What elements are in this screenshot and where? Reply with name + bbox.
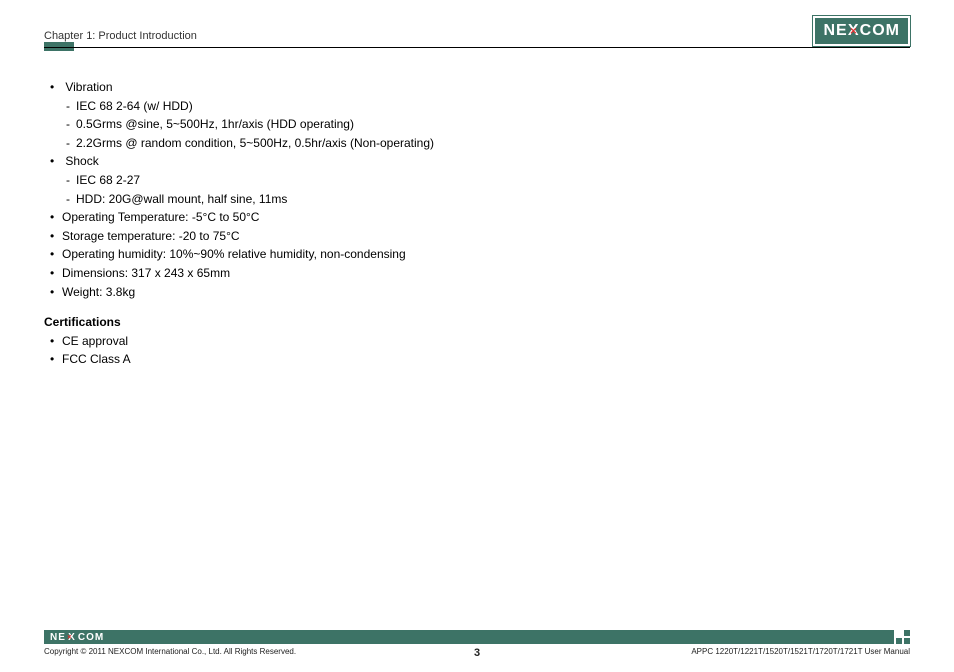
shock-sublist: IEC 68 2-27 HDD: 20G@wall mount, half si… — [62, 171, 910, 208]
logo-right: COM — [78, 632, 104, 643]
spec-dimensions: Dimensions: 317 x 243 x 65mm — [62, 264, 910, 283]
footer-corner-icon — [896, 630, 910, 644]
spec-subitem: 0.5Grms @sine, 5~500Hz, 1hr/axis (HDD op… — [76, 115, 910, 134]
page-header: Chapter 1: Product Introduction NECOM — [44, 16, 910, 46]
spec-subitem: IEC 68 2-64 (w/ HDD) — [76, 97, 910, 116]
specs-list: Vibration IEC 68 2-64 (w/ HDD) 0.5Grms @… — [44, 78, 910, 301]
page-footer: NE COM Copyright © 2011 NEXCOM Internatio… — [44, 630, 910, 656]
spec-storage-temp: Storage temperature: -20 to 75°C — [62, 227, 910, 246]
spec-label: Shock — [65, 154, 98, 168]
footer-page-number: 3 — [474, 647, 480, 659]
logo-left: NE — [50, 632, 66, 643]
logo-x-icon — [66, 632, 78, 643]
spec-humidity: Operating humidity: 10%~90% relative hum… — [62, 245, 910, 264]
cert-item: FCC Class A — [62, 350, 910, 369]
footer-copyright: Copyright © 2011 NEXCOM International Co… — [44, 647, 296, 656]
header-line — [44, 47, 910, 48]
brand-logo-top: NE COM — [813, 16, 910, 46]
page-content: Vibration IEC 68 2-64 (w/ HDD) 0.5Grms @… — [44, 78, 910, 369]
logo-x-icon — [848, 22, 860, 40]
spec-subitem: 2.2Grms @ random condition, 5~500Hz, 0.5… — [76, 134, 910, 153]
certifications-list: CE approval FCC Class A — [44, 332, 910, 369]
cert-item: CE approval — [62, 332, 910, 351]
spec-weight: Weight: 3.8kg — [62, 283, 910, 302]
spec-shock: Shock IEC 68 2-27 HDD: 20G@wall mount, h… — [62, 152, 910, 208]
spec-vibration: Vibration IEC 68 2-64 (w/ HDD) 0.5Grms @… — [62, 78, 910, 152]
logo-right: COM — [860, 22, 900, 40]
certifications-heading: Certifications — [44, 313, 910, 332]
spec-subitem: HDD: 20G@wall mount, half sine, 11ms — [76, 190, 910, 209]
spec-label: Vibration — [65, 80, 112, 94]
footer-bar: NE COM — [44, 630, 910, 644]
footer-text-row: Copyright © 2011 NEXCOM International Co… — [44, 647, 910, 656]
logo-left: NE — [823, 22, 847, 40]
nexcom-logo-icon: NE COM — [813, 16, 910, 46]
spec-subitem: IEC 68 2-27 — [76, 171, 910, 190]
vibration-sublist: IEC 68 2-64 (w/ HDD) 0.5Grms @sine, 5~50… — [62, 97, 910, 153]
footer-manual-title: APPC 1220T/1221T/1520T/1521T/1720T/1721T… — [691, 647, 910, 656]
header-divider — [44, 44, 910, 48]
spec-operating-temp: Operating Temperature: -5°C to 50°C — [62, 208, 910, 227]
nexcom-logo-footer-icon: NE COM — [44, 632, 104, 643]
